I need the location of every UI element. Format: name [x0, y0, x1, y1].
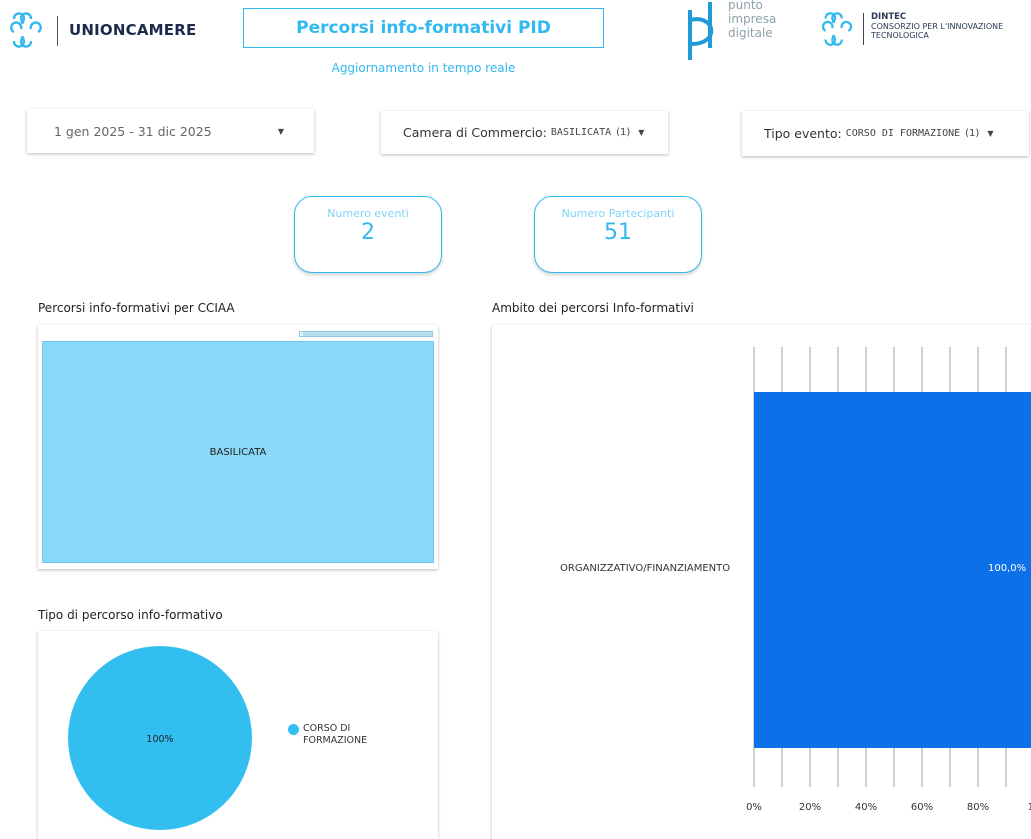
bar-value-label: 100,0%: [988, 563, 1027, 574]
date-range-filter[interactable]: 1 gen 2025 - 31 dic 2025 ▼: [27, 109, 314, 153]
camera-filter-value: BASILICATA: [550, 127, 612, 138]
pid-line1: punto: [728, 0, 763, 12]
x-tick-label: 0%: [746, 802, 762, 813]
org-name: UNIONCAMERE: [69, 21, 197, 39]
unioncamere-logo-icon: [10, 12, 42, 48]
tipo-filter-value: CORSO DI FORMAZIONE: [845, 128, 961, 139]
kpi-partecipanti-label: Numero Partecipanti: [561, 207, 675, 220]
x-tick-label: 40%: [855, 802, 877, 813]
dintec-logo-icon: [821, 12, 853, 46]
date-range-value: 1 gen 2025 - 31 dic 2025: [54, 123, 212, 139]
kpi-partecipanti-value: 51: [604, 220, 632, 245]
treemap-cell[interactable]: BASILICATA: [42, 341, 434, 563]
kpi-numero-eventi: Numero eventi 2: [294, 196, 442, 273]
dropdown-arrow-icon: ▼: [277, 126, 284, 136]
report-title-text: Percorsi info-formativi PID: [296, 18, 551, 38]
x-tick-label: 60%: [911, 802, 933, 813]
kpi-eventi-value: 2: [361, 220, 375, 245]
pie-slice-label: 100%: [146, 734, 173, 745]
pie-title: Tipo di percorso info-formativo: [38, 608, 223, 622]
dintec-name: DINTEC: [871, 12, 907, 22]
kpi-numero-partecipanti: Numero Partecipanti 51: [534, 196, 702, 273]
dropdown-arrow-icon: ▼: [987, 129, 994, 138]
dropdown-arrow-icon: ▼: [638, 128, 645, 137]
pid-logo-icon: [688, 2, 714, 60]
tipo-evento-filter[interactable]: Tipo evento: CORSO DI FORMAZIONE (1) ▼: [742, 111, 1029, 156]
bar-chart: 0% 20% 40% 60% 80% 10: [746, 347, 1031, 813]
x-tick-label: 10: [1028, 802, 1031, 813]
report-title: Percorsi info-formativi PID: [243, 8, 604, 48]
header-divider: [57, 16, 58, 46]
dintec-divider: [863, 13, 864, 45]
pid-line3: digitale: [728, 26, 773, 40]
bar-chart-title: Ambito dei percorsi Info-formativi: [492, 301, 694, 315]
treemap-cell-label: BASILICATA: [209, 446, 267, 458]
camera-filter-label: Camera di Commercio:: [403, 125, 547, 140]
kpi-eventi-label: Numero eventi: [327, 207, 409, 220]
legend-marker-icon: [288, 724, 299, 735]
tipo-filter-count: (1): [965, 128, 980, 139]
pie-chart: 100%: [68, 646, 252, 830]
dintec-line2: TECNOLOGICA: [871, 31, 929, 40]
dintec-logo-text: DINTEC CONSORZIO PER L'INNOVAZIONE TECNO…: [871, 12, 1004, 41]
pie-legend-label: CORSO DI FORMAZIONE: [303, 723, 368, 746]
x-tick-label: 20%: [799, 802, 821, 813]
treemap-scrollbar[interactable]: [299, 331, 433, 337]
update-note: Aggiornamento in tempo reale: [331, 61, 516, 75]
pid-line2: impresa: [728, 12, 777, 26]
treemap-scrollbar-thumb[interactable]: [300, 332, 432, 336]
x-tick-label: 80%: [967, 802, 989, 813]
camera-filter[interactable]: Camera di Commercio: BASILICATA (1) ▼: [381, 111, 668, 154]
tipo-filter-label: Tipo evento:: [764, 126, 842, 141]
camera-filter-count: (1): [616, 127, 631, 138]
pid-logo-text: punto impresa digitale: [728, 0, 776, 40]
dintec-line1: CONSORZIO PER L'INNOVAZIONE: [871, 22, 1004, 31]
treemap-title: Percorsi info-formativi per CCIAA: [38, 301, 235, 315]
bar-category-label: ORGANIZZATIVO/FINANZIAMENTO: [560, 563, 731, 574]
